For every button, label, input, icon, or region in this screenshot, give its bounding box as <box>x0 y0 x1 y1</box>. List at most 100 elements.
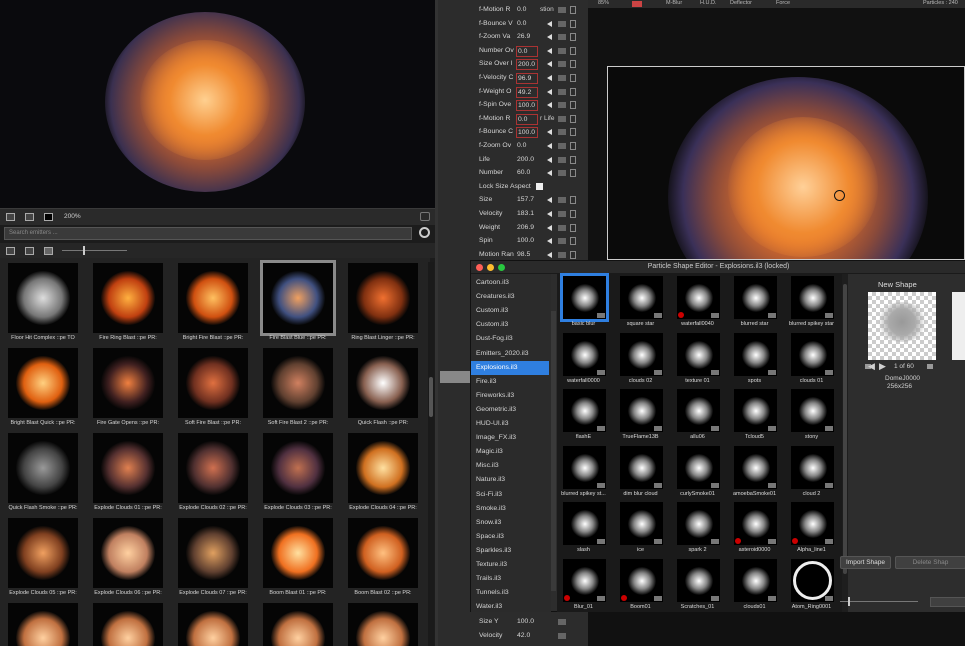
shape-cell[interactable]: cloud 2 <box>787 444 836 499</box>
close-window-icon[interactable] <box>476 264 483 271</box>
property-value[interactable]: 49.2 <box>516 86 538 98</box>
shape-thumbnail[interactable] <box>791 502 834 545</box>
property-value[interactable]: 200.0 <box>516 59 538 71</box>
import-shape-button[interactable]: Import Shape <box>840 556 891 569</box>
background-color-swatch[interactable] <box>632 1 642 7</box>
graph-icon[interactable] <box>558 224 566 231</box>
graph-icon[interactable] <box>558 156 566 163</box>
library-item[interactable]: Emitters_2020.il3 <box>474 347 550 361</box>
shape-cell[interactable]: stony <box>787 387 836 442</box>
library-item[interactable]: Magic.il3 <box>474 445 550 459</box>
shape-cell[interactable]: basic blur <box>559 273 609 329</box>
library-item[interactable]: Fire.il3 <box>474 375 550 389</box>
link-icon[interactable] <box>570 114 576 123</box>
graph-arrow-icon[interactable] <box>547 211 552 217</box>
emitter-thumbnail[interactable] <box>178 603 248 646</box>
property-value[interactable]: 206.9 <box>516 223 538 234</box>
emitter-thumbnail[interactable] <box>178 433 248 503</box>
motion-blur-button[interactable]: M-Blur <box>666 0 682 6</box>
emitter-thumbnail[interactable] <box>263 348 333 418</box>
link-icon[interactable] <box>570 223 576 232</box>
graph-icon[interactable] <box>558 34 566 41</box>
link-icon[interactable] <box>570 19 576 28</box>
emitter-thumbnail[interactable] <box>178 518 248 588</box>
graph-icon[interactable] <box>558 75 566 81</box>
property-value[interactable]: 100.0 <box>516 127 538 139</box>
emitter-thumbnail[interactable] <box>348 518 418 588</box>
shape-thumbnail[interactable] <box>677 276 720 319</box>
shape-thumbnail[interactable] <box>563 502 606 545</box>
shape-cell[interactable]: texture 01 <box>673 331 722 386</box>
emitter-thumbnail[interactable] <box>8 603 78 646</box>
library-item[interactable]: Trails.il3 <box>474 572 550 586</box>
previous-shape-icon[interactable]: ◀ <box>868 361 875 372</box>
emitter-thumbnail[interactable] <box>8 433 78 503</box>
link-icon[interactable] <box>570 250 576 259</box>
shape-cell[interactable]: ice <box>616 500 665 555</box>
shape-thumbnail[interactable] <box>563 332 606 376</box>
property-value[interactable]: 26.9 <box>516 32 538 43</box>
link-icon[interactable] <box>570 155 576 164</box>
emitter-thumbnail[interactable] <box>8 518 78 588</box>
shape-thumbnail[interactable] <box>563 558 606 602</box>
graph-arrow-icon[interactable] <box>547 61 552 68</box>
library-item[interactable]: Image_FX.il3 <box>474 431 550 445</box>
shape-cell[interactable]: clouds01 <box>730 557 779 612</box>
shape-thumbnail[interactable] <box>791 389 834 432</box>
shape-size-slider[interactable] <box>840 601 918 602</box>
shape-thumbnail[interactable] <box>791 558 834 602</box>
force-button[interactable]: Force <box>776 0 790 6</box>
list-view-icon[interactable] <box>6 247 15 255</box>
link-icon[interactable] <box>570 6 576 14</box>
shape-cell[interactable]: waterfall0000 <box>559 331 608 386</box>
emitter-thumbnail[interactable] <box>93 518 163 588</box>
emitter-thumbnail[interactable] <box>263 518 333 588</box>
splitter-handle[interactable] <box>440 371 472 383</box>
library-item[interactable]: Water.il3 <box>474 600 550 614</box>
delete-shape-button[interactable]: Delete Shap <box>895 556 965 569</box>
graph-arrow-icon[interactable] <box>547 238 552 245</box>
emitter-thumbnail[interactable] <box>263 603 333 646</box>
zoom-window-icon[interactable] <box>498 264 505 271</box>
property-value[interactable]: 42.0 <box>516 631 538 642</box>
emitter-thumbnail[interactable] <box>8 348 78 418</box>
shape-thumbnail[interactable] <box>620 332 663 376</box>
emitter-thumbnail[interactable] <box>263 433 333 503</box>
graph-icon[interactable] <box>558 197 566 204</box>
graph-icon[interactable] <box>558 88 566 95</box>
property-value[interactable]: 96.9 <box>516 73 538 84</box>
graph-icon[interactable] <box>558 238 566 245</box>
viewport-canvas[interactable] <box>607 66 965 260</box>
shape-thumbnail[interactable] <box>563 445 606 489</box>
emitter-thumbnail[interactable] <box>178 348 248 418</box>
shape-cell[interactable]: clouds 01 <box>787 331 836 386</box>
shape-thumbnail[interactable] <box>677 332 720 376</box>
graph-icon[interactable] <box>558 47 566 54</box>
graph-arrow-icon[interactable] <box>547 224 552 231</box>
shape-cell[interactable]: Atom_Ring0001 <box>787 557 836 612</box>
next-shape-icon[interactable]: ▶ <box>879 361 886 372</box>
shape-thumbnail[interactable] <box>734 502 777 545</box>
library-item[interactable]: Sparkles.il3 <box>474 544 550 558</box>
library-item[interactable]: Custom.il3 <box>474 304 550 318</box>
camera-icon[interactable] <box>420 212 430 221</box>
shape-thumbnail[interactable] <box>791 445 834 489</box>
shape-thumbnail[interactable] <box>791 332 834 376</box>
graph-icon[interactable] <box>558 632 566 639</box>
shape-thumbnail[interactable] <box>734 445 777 489</box>
library-item[interactable]: Explosions.il3 <box>471 360 549 375</box>
shape-cell[interactable]: slash <box>559 500 608 555</box>
emitter-thumbnail[interactable] <box>348 348 418 418</box>
film-icon[interactable] <box>25 213 34 221</box>
emitter-position-crosshair-icon[interactable] <box>834 190 845 201</box>
property-value[interactable]: 60.0 <box>516 168 538 179</box>
hud-button[interactable]: H.U.D. <box>700 0 717 6</box>
shape-thumbnail[interactable] <box>734 332 777 376</box>
emitter-thumbnail[interactable] <box>348 433 418 503</box>
shape-cell[interactable]: curlySmoke01 <box>673 444 722 499</box>
property-value[interactable]: 157.7 <box>516 195 538 206</box>
link-icon[interactable] <box>570 60 576 69</box>
shape-thumbnail[interactable] <box>620 276 663 319</box>
graph-icon[interactable] <box>558 129 566 136</box>
shape-cell[interactable]: Blur_01 <box>559 557 608 612</box>
